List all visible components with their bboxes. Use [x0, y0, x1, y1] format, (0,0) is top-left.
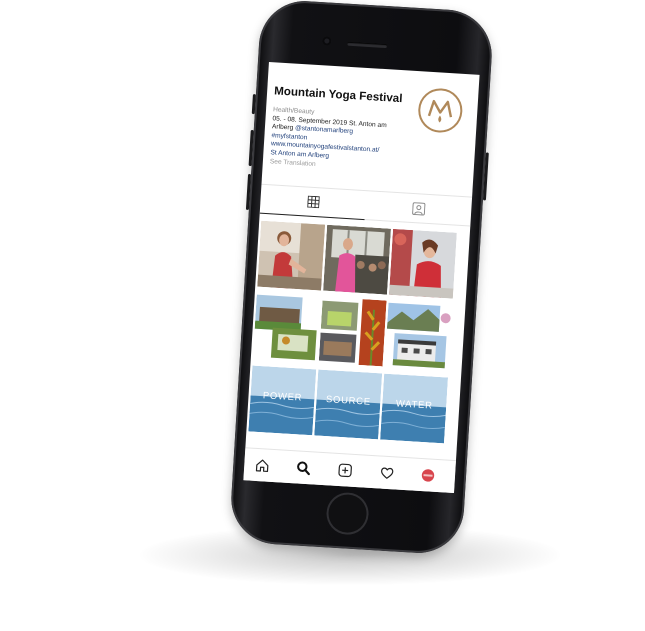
heart-icon: [381, 467, 394, 479]
profile-bio: Health/Beauty 05. - 08. September 2019 S…: [270, 106, 423, 175]
grid-row: [255, 220, 470, 300]
earpiece-speaker: [347, 41, 388, 49]
location-prefix: Arlberg: [271, 123, 296, 132]
grid-row: POWER SOURCE WATER: [246, 365, 461, 444]
nav-activity[interactable]: [379, 464, 396, 481]
mute-switch: [251, 94, 256, 115]
front-camera: [322, 36, 332, 46]
post-thumbnail[interactable]: [388, 228, 457, 299]
profile-logo-avatar[interactable]: [415, 85, 466, 136]
nav-add-post[interactable]: [337, 462, 354, 479]
post-thumbnail[interactable]: SOURCE: [314, 369, 383, 440]
add-post-icon: [338, 463, 352, 478]
tab-grid[interactable]: [259, 184, 367, 221]
tagged-person-icon: [412, 201, 426, 216]
home-icon: [255, 459, 269, 473]
post-thumbnail[interactable]: [323, 224, 392, 295]
nav-home[interactable]: [254, 457, 271, 474]
post-thumbnail[interactable]: [257, 220, 326, 291]
post-thumbnail[interactable]: [384, 300, 453, 371]
post-thumbnail[interactable]: [318, 296, 387, 367]
profile-name: Mountain Yoga Festival: [273, 84, 403, 106]
home-button[interactable]: [325, 491, 370, 536]
profile-avatar-icon: [421, 469, 435, 482]
smartphone: Mountain Yoga Festival Health/Beauty 05.…: [228, 0, 495, 556]
volume-up-button: [248, 129, 254, 167]
post-thumbnail[interactable]: [252, 292, 321, 363]
nav-search[interactable]: [295, 459, 312, 476]
post-thumbnail[interactable]: POWER: [248, 365, 317, 436]
instagram-profile-screen: Mountain Yoga Festival Health/Beauty 05.…: [243, 61, 480, 494]
profile-header: Mountain Yoga Festival Health/Beauty 05.…: [262, 62, 480, 197]
volume-down-button: [245, 173, 252, 210]
power-button: [482, 152, 489, 201]
grid-row: [251, 292, 466, 372]
nav-profile[interactable]: [420, 467, 437, 484]
post-thumbnail[interactable]: WATER: [380, 373, 449, 444]
bottom-nav-bar: [243, 447, 456, 494]
grid-icon: [306, 195, 320, 209]
search-icon: [297, 461, 310, 476]
tab-tagged[interactable]: [366, 191, 473, 225]
